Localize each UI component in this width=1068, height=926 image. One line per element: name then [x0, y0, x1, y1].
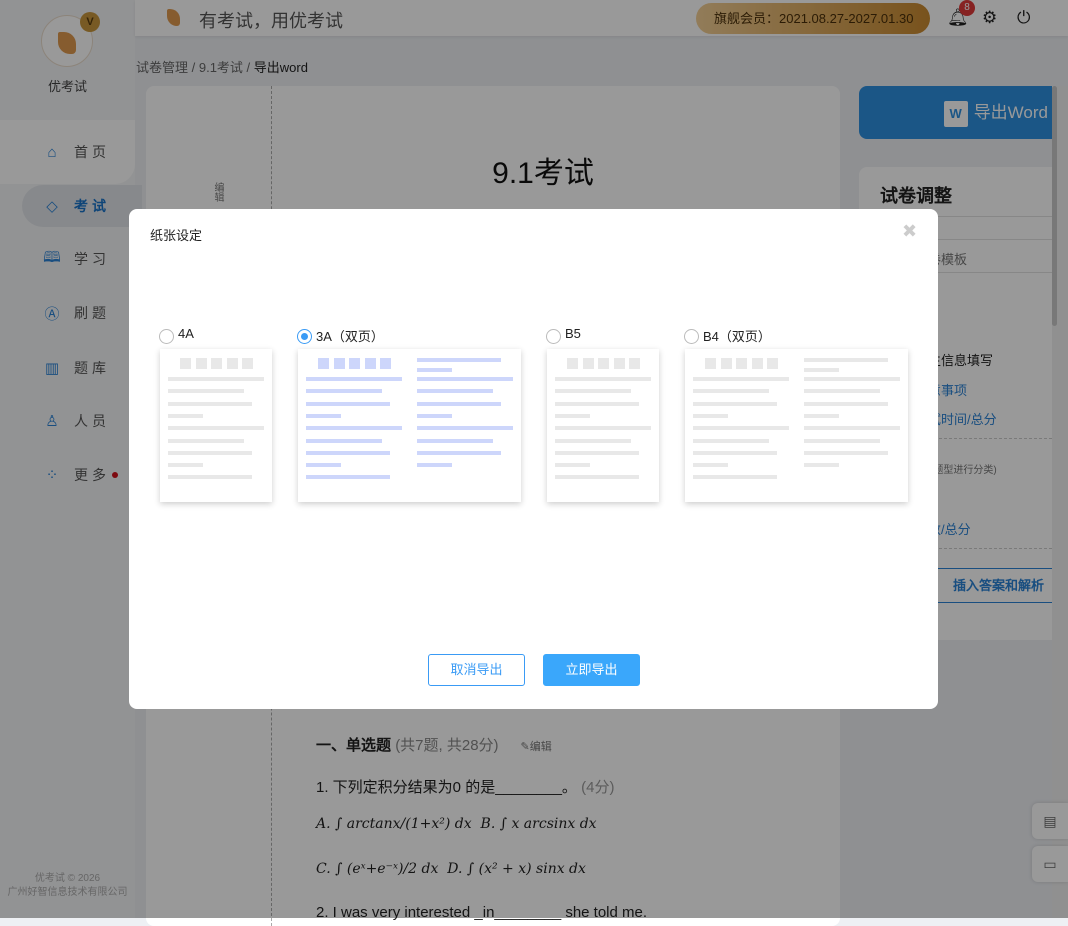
preview-line: [804, 389, 880, 393]
preview-line: [168, 475, 252, 479]
preview-line: [168, 439, 244, 443]
preview-line: [555, 439, 631, 443]
preview-line: [693, 377, 789, 381]
preview-title-block: [242, 358, 253, 369]
preview-line: [804, 402, 888, 406]
dialog-title: 纸张设定: [150, 225, 202, 244]
preview-title-block: [614, 358, 625, 369]
preview-line: [168, 451, 252, 455]
preview-line: [555, 426, 651, 430]
option-label: 4A: [178, 326, 194, 341]
preview-line: [417, 451, 501, 455]
option-label: B4（双页）: [703, 326, 771, 345]
radio-4a[interactable]: [159, 329, 174, 344]
preview-line: [417, 389, 493, 393]
radio-b4[interactable]: [684, 329, 699, 344]
preview-line: [804, 463, 839, 467]
preview-title-block: [318, 358, 329, 369]
preview-line: [555, 463, 590, 467]
preview-line: [306, 389, 382, 393]
preview-line: [804, 368, 839, 372]
preview-b5: [547, 349, 659, 502]
preview-title-block: [629, 358, 640, 369]
option-label: B5: [565, 326, 581, 341]
preview-line: [693, 426, 789, 430]
preview-line: [306, 402, 390, 406]
preview-line: [168, 414, 203, 418]
preview-line: [417, 414, 452, 418]
preview-title-block: [752, 358, 763, 369]
preview-line: [306, 451, 390, 455]
preview-line: [804, 439, 880, 443]
preview-line: [168, 377, 264, 381]
preview-line: [804, 358, 888, 362]
preview-line: [693, 402, 777, 406]
preview-line: [804, 451, 888, 455]
preview-line: [693, 451, 777, 455]
preview-title-block: [365, 358, 376, 369]
preview-b4: [685, 349, 908, 502]
preview-line: [306, 475, 390, 479]
preview-title-block: [767, 358, 778, 369]
preview-line: [555, 451, 639, 455]
preview-line: [417, 426, 513, 430]
preview-3a: [298, 349, 521, 502]
preview-line: [417, 368, 452, 372]
preview-line: [555, 402, 639, 406]
option-label: 3A（双页）: [316, 326, 384, 345]
confirm-export-button[interactable]: 立即导出: [543, 654, 640, 686]
preview-line: [168, 426, 264, 430]
preview-title-block: [567, 358, 578, 369]
preview-line: [693, 389, 769, 393]
preview-title-block: [180, 358, 191, 369]
preview-line: [306, 439, 382, 443]
preview-line: [417, 358, 501, 362]
preview-line: [417, 463, 452, 467]
preview-line: [417, 439, 493, 443]
preview-title-block: [721, 358, 732, 369]
preview-line: [555, 475, 639, 479]
preview-title-block: [380, 358, 391, 369]
preview-title-block: [211, 358, 222, 369]
preview-title-block: [349, 358, 360, 369]
preview-line: [693, 414, 728, 418]
preview-line: [693, 463, 728, 467]
preview-4a: [160, 349, 272, 502]
cancel-export-button[interactable]: 取消导出: [428, 654, 525, 686]
preview-line: [804, 377, 900, 381]
preview-title-block: [736, 358, 747, 369]
preview-line: [555, 414, 590, 418]
preview-title-block: [598, 358, 609, 369]
preview-line: [417, 402, 501, 406]
preview-line: [168, 389, 244, 393]
preview-title-block: [334, 358, 345, 369]
preview-line: [168, 402, 252, 406]
preview-title-block: [583, 358, 594, 369]
preview-line: [417, 377, 513, 381]
preview-line: [306, 414, 341, 418]
preview-line: [168, 463, 203, 467]
preview-title-block: [227, 358, 238, 369]
preview-line: [804, 414, 839, 418]
preview-line: [693, 475, 777, 479]
preview-line: [804, 426, 900, 430]
radio-b5[interactable]: [546, 329, 561, 344]
preview-line: [306, 463, 341, 467]
preview-line: [306, 426, 402, 430]
preview-line: [306, 377, 402, 381]
close-icon[interactable]: ✖: [902, 221, 917, 242]
preview-line: [555, 389, 631, 393]
preview-line: [693, 439, 769, 443]
preview-title-block: [705, 358, 716, 369]
paper-settings-dialog: 纸张设定 ✖ 4A 3A（双页） B5 B4（双页） 取消导出 立即导出: [129, 209, 938, 709]
preview-title-block: [196, 358, 207, 369]
radio-3a[interactable]: [297, 329, 312, 344]
preview-line: [555, 377, 651, 381]
